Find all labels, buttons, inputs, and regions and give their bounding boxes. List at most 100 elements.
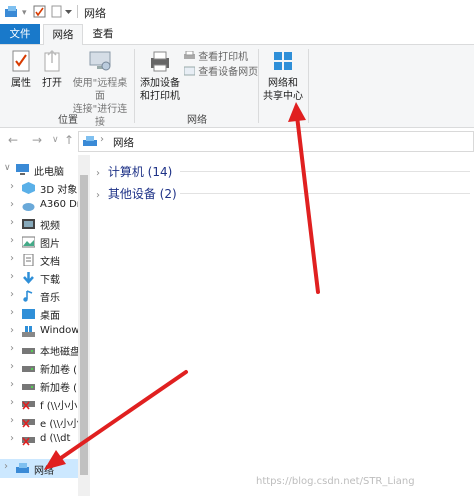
network-icon <box>16 463 29 473</box>
nav-label: f (\\小小 <box>40 401 78 412</box>
svg-text:▾: ▾ <box>22 8 27 18</box>
add-devices-label-2: 和打印机 <box>140 91 180 102</box>
nav-item-network-drive-e[interactable]: › e (\\小小 <box>0 413 78 431</box>
network-drive-icon <box>22 437 35 446</box>
tab-file[interactable]: 文件 <box>0 24 40 44</box>
forward-arrow-icon[interactable]: → <box>32 133 42 147</box>
chevron-right-icon[interactable]: › <box>10 217 14 228</box>
nav-item-downloads[interactable]: › 下载 <box>0 269 78 287</box>
location-group-label: 位置 <box>58 115 78 126</box>
nav-item-new-volume-1[interactable]: › 新加卷 (I <box>0 359 78 377</box>
chevron-right-icon[interactable]: › <box>10 415 14 426</box>
group-divider <box>180 193 470 194</box>
nav-item-new-volume-2[interactable]: › 新加卷 (I <box>0 377 78 395</box>
drive-icon <box>22 348 35 354</box>
remote-desktop-label-1: 使用"远程桌面 <box>72 78 128 102</box>
breadcrumb-chevron-icon[interactable]: › <box>100 134 104 145</box>
properties-button[interactable]: 属性 <box>6 49 36 90</box>
nav-item-network-drive-f[interactable]: › f (\\小小 <box>0 395 78 413</box>
group-computers[interactable]: › 计算机 (14) <box>96 163 172 180</box>
scrollbar-thumb[interactable] <box>80 175 88 475</box>
nav-item-windows-drive[interactable]: › Window <box>0 323 78 341</box>
properties-checkbox-icon[interactable] <box>33 5 46 18</box>
chevron-right-icon[interactable]: › <box>10 325 14 336</box>
customize-quick-access-icon[interactable] <box>64 5 73 18</box>
chevron-right-icon[interactable]: › <box>4 461 8 472</box>
chevron-right-icon[interactable]: › <box>10 307 14 318</box>
nav-item-pictures[interactable]: › 图片 <box>0 233 78 251</box>
group-other-devices[interactable]: › 其他设备 (2) <box>96 185 177 202</box>
chevron-right-icon[interactable]: › <box>96 168 100 179</box>
nav-label: 本地磁盘 <box>40 347 78 358</box>
chevron-right-icon[interactable]: › <box>10 181 14 192</box>
nav-label: 音乐 <box>40 293 60 304</box>
chevron-right-icon[interactable]: › <box>10 235 14 246</box>
title-separator <box>77 5 78 18</box>
view-printers-button[interactable]: 查看打印机 <box>184 50 248 64</box>
new-folder-icon[interactable] <box>50 5 63 18</box>
network-drive-icon <box>22 401 35 410</box>
back-arrow-icon[interactable]: ← <box>8 133 18 147</box>
add-devices-button[interactable]: 添加设备 和打印机 <box>138 49 182 103</box>
breadcrumb-network[interactable]: 网络 <box>113 135 134 150</box>
view-device-webpage-button[interactable]: 查看设备网页 <box>183 66 258 79</box>
nav-item-videos[interactable]: › 视频 <box>0 215 78 233</box>
chevron-right-icon[interactable]: › <box>10 253 14 264</box>
network-sharing-center-button[interactable]: 网络和 共享中心 <box>262 49 304 103</box>
chevron-right-icon[interactable]: › <box>10 271 14 282</box>
nav-item-network[interactable]: › 网络 <box>0 459 78 478</box>
printer-icon <box>151 51 169 72</box>
webpage-icon <box>183 66 196 76</box>
ribbon: 属性 打开 使用"远程桌面 连接"进行连接 位置 添加设备 和打印机 查看打印机… <box>0 45 474 128</box>
chevron-right-icon[interactable]: › <box>10 397 14 408</box>
nav-label: 视频 <box>40 221 60 232</box>
small-printer-icon <box>184 50 195 59</box>
chevron-right-icon[interactable]: › <box>10 379 14 390</box>
open-button[interactable]: 打开 <box>38 49 66 90</box>
properties-icon <box>12 50 30 72</box>
chevron-right-icon[interactable]: › <box>96 190 100 201</box>
download-icon <box>23 272 34 284</box>
nav-label: 网络 <box>34 466 54 477</box>
chevron-right-icon[interactable]: › <box>10 289 14 300</box>
nav-item-this-pc[interactable]: ∨ 此电脑 <box>0 161 78 179</box>
properties-label: 属性 <box>11 78 31 89</box>
chevron-down-icon[interactable]: ∨ <box>4 163 11 173</box>
chevron-right-icon[interactable]: › <box>10 343 14 354</box>
nav-label: d (\\dt <box>40 433 71 444</box>
title-bar: ▾ 网络 <box>0 0 474 24</box>
ribbon-separator <box>258 49 259 123</box>
navigation-scrollbar[interactable] <box>78 155 90 496</box>
nav-label: e (\\小小 <box>40 419 78 430</box>
network-location-icon <box>83 136 97 146</box>
desktop-icon <box>22 309 35 319</box>
chevron-right-icon[interactable]: › <box>10 361 14 372</box>
chevron-right-icon[interactable]: › <box>10 199 14 210</box>
nav-item-a360-drive[interactable]: › A360 Dr <box>0 197 78 215</box>
ribbon-separator <box>308 49 309 123</box>
address-bar[interactable]: › 网络 <box>78 131 474 152</box>
up-arrow-icon[interactable]: ↑ <box>64 133 74 147</box>
ribbon-separator <box>134 49 135 123</box>
group-divider <box>180 171 470 172</box>
nav-item-network-drive-d[interactable]: › d (\\dt <box>0 431 78 449</box>
nav-item-documents[interactable]: › 文档 <box>0 251 78 269</box>
tab-view[interactable]: 查看 <box>84 24 122 44</box>
folder-network-icon <box>5 5 18 18</box>
open-icon <box>44 49 60 72</box>
music-icon <box>23 290 33 302</box>
nav-item-desktop[interactable]: › 桌面 <box>0 305 78 323</box>
recent-locations-icon[interactable]: ∨ <box>52 135 59 145</box>
nav-item-music[interactable]: › 音乐 <box>0 287 78 305</box>
network-sharing-label-1: 网络和 <box>268 78 298 89</box>
nav-label: 新加卷 (I <box>40 365 78 376</box>
chevron-right-icon[interactable]: › <box>10 433 14 444</box>
tab-network[interactable]: 网络 <box>43 24 83 45</box>
nav-item-local-disk[interactable]: › 本地磁盘 <box>0 341 78 359</box>
remote-desktop-icon <box>89 51 111 71</box>
nav-item-3d-objects[interactable]: › 3D 对象 <box>0 179 78 197</box>
nav-label: 文档 <box>40 257 60 268</box>
group-label: 计算机 (14) <box>107 165 173 179</box>
document-icon <box>23 254 34 266</box>
network-drive-icon <box>22 419 35 428</box>
